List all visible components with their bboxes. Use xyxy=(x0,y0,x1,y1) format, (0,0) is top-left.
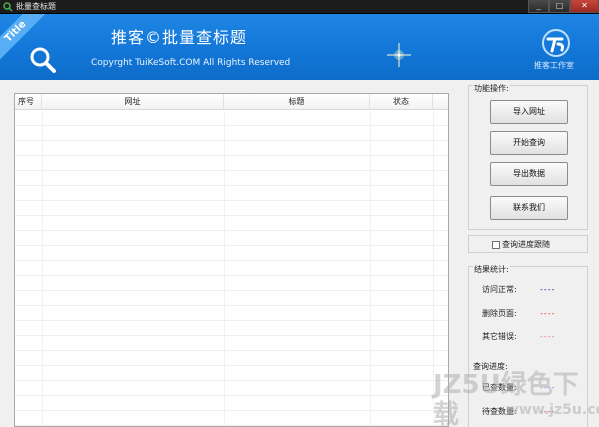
track-progress-checkbox[interactable] xyxy=(492,241,500,249)
export-data-button[interactable]: 导出数据 xyxy=(490,162,568,186)
contact-us-button[interactable]: 联系我们 xyxy=(490,196,568,220)
table-row xyxy=(15,246,448,261)
app-search-icon xyxy=(3,2,13,12)
table-row xyxy=(15,291,448,306)
results-table[interactable]: 序号 网址 标题 状态 xyxy=(14,93,449,427)
window-titlebar: 批量查标题 _ □ ✕ xyxy=(0,0,599,14)
header-banner: Title 推客©批量查标题 Copyrght TuiKeSoft.COM Al… xyxy=(0,14,599,80)
ok-count-value: ---- xyxy=(540,285,556,294)
error-count-label: 其它错误: xyxy=(482,332,517,341)
start-query-button[interactable]: 开始查询 xyxy=(490,131,568,155)
operations-label: 功能操作: xyxy=(473,84,510,94)
table-row xyxy=(15,156,448,171)
table-row xyxy=(15,336,448,351)
column-divider xyxy=(370,111,371,426)
table-row xyxy=(15,321,448,336)
table-row xyxy=(15,126,448,141)
column-header-url[interactable]: 网址 xyxy=(42,94,224,110)
table-row xyxy=(15,411,448,426)
sparkle-icon xyxy=(387,43,411,67)
banner-title: 推客©批量查标题 xyxy=(111,28,248,47)
column-divider xyxy=(224,111,225,426)
deleted-count-label: 删除页面: xyxy=(482,309,517,318)
brand-name: 推客工作室 xyxy=(534,61,574,70)
search-icon xyxy=(30,47,56,73)
table-row xyxy=(15,231,448,246)
table-row xyxy=(15,216,448,231)
deleted-count-value: ---- xyxy=(540,309,556,318)
track-progress-label[interactable]: 查询进度跟随 xyxy=(502,239,550,250)
close-button[interactable]: ✕ xyxy=(570,0,599,13)
table-row xyxy=(15,141,448,156)
error-count-value: ---- xyxy=(540,332,556,341)
table-row xyxy=(15,186,448,201)
table-row xyxy=(15,171,448,186)
table-row xyxy=(15,201,448,216)
copyright-text: Copyrght TuiKeSoft.COM All Rights Reserv… xyxy=(91,58,291,68)
table-row xyxy=(15,366,448,381)
table-row xyxy=(15,111,448,126)
table-row xyxy=(15,381,448,396)
ok-count-label: 访问正常: xyxy=(482,285,517,294)
table-row xyxy=(15,276,448,291)
table-row xyxy=(15,306,448,321)
column-header-title[interactable]: 标题 xyxy=(224,94,370,110)
table-row xyxy=(15,351,448,366)
table-row xyxy=(15,261,448,276)
window-title: 批量查标题 xyxy=(16,2,56,11)
table-row xyxy=(15,396,448,411)
import-urls-button[interactable]: 导入网址 xyxy=(490,100,568,124)
minimize-button[interactable]: _ xyxy=(528,0,549,13)
maximize-button[interactable]: □ xyxy=(549,0,570,13)
table-header: 序号 网址 标题 状态 xyxy=(15,94,448,110)
column-header-status[interactable]: 状态 xyxy=(370,94,433,110)
brand-logo-icon xyxy=(542,29,570,57)
stats-label: 结果统计: xyxy=(473,265,510,275)
column-divider xyxy=(42,111,43,426)
watermark-url: www.jz5u.com xyxy=(506,402,599,418)
column-header-no[interactable]: 序号 xyxy=(15,94,42,110)
